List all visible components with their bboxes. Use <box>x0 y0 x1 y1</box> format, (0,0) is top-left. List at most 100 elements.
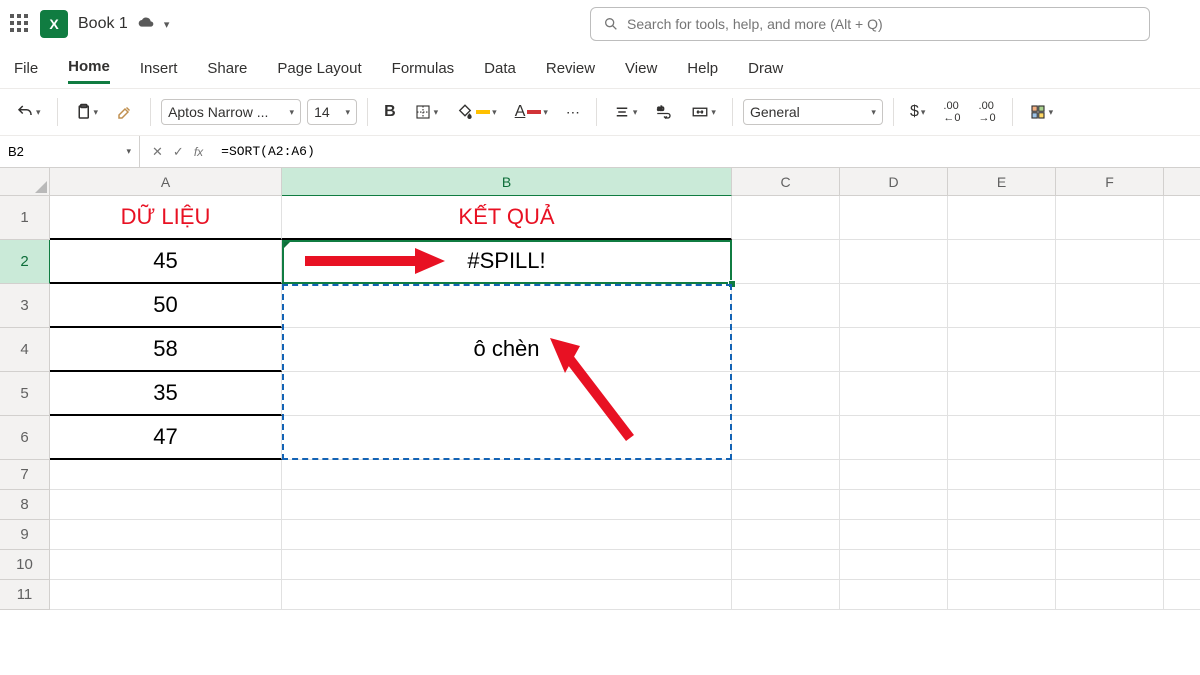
cell-A11[interactable] <box>50 580 282 610</box>
cell-G3[interactable] <box>1164 284 1200 328</box>
cell-F11[interactable] <box>1056 580 1164 610</box>
cell-D10[interactable] <box>840 550 948 580</box>
select-all-corner[interactable] <box>0 168 50 196</box>
cell-D8[interactable] <box>840 490 948 520</box>
cell-F10[interactable] <box>1056 550 1164 580</box>
enter-formula-icon[interactable]: ✓ <box>173 144 184 160</box>
tab-insert[interactable]: Insert <box>140 54 178 83</box>
cell-E8[interactable] <box>948 490 1056 520</box>
cell-C10[interactable] <box>732 550 840 580</box>
tab-file[interactable]: File <box>14 54 38 83</box>
chevron-down-icon[interactable]: ▾ <box>164 18 170 31</box>
cell-G5[interactable] <box>1164 372 1200 416</box>
cell-A5[interactable]: 35 <box>50 372 282 416</box>
name-box[interactable]: B2▾ <box>0 136 140 167</box>
cell-G1[interactable] <box>1164 196 1200 240</box>
cell-A2[interactable]: 45 <box>50 240 282 284</box>
col-header-B[interactable]: B <box>282 168 732 196</box>
cell-F8[interactable] <box>1056 490 1164 520</box>
cell-D6[interactable] <box>840 416 948 460</box>
cell-C5[interactable] <box>732 372 840 416</box>
formula-input[interactable]: =SORT(A2:A6) <box>215 144 1200 159</box>
document-title[interactable]: Book 1 <box>78 15 128 33</box>
merge-button[interactable]: ▾ <box>685 99 722 125</box>
cancel-formula-icon[interactable]: ✕ <box>152 144 163 160</box>
cell-B1[interactable]: KẾT QUẢ <box>282 196 732 240</box>
cell-C7[interactable] <box>732 460 840 490</box>
cell-C4[interactable] <box>732 328 840 372</box>
fill-color-button[interactable]: ▾ <box>450 99 503 125</box>
tab-data[interactable]: Data <box>484 54 516 83</box>
cell-A6[interactable]: 47 <box>50 416 282 460</box>
cell-B7[interactable] <box>282 460 732 490</box>
cell-D9[interactable] <box>840 520 948 550</box>
cell-D3[interactable] <box>840 284 948 328</box>
bold-button[interactable]: B <box>378 99 402 125</box>
cell-B3[interactable] <box>282 284 732 328</box>
cell-E3[interactable] <box>948 284 1056 328</box>
cell-A3[interactable]: 50 <box>50 284 282 328</box>
cell-E11[interactable] <box>948 580 1056 610</box>
cell-F5[interactable] <box>1056 372 1164 416</box>
cell-F9[interactable] <box>1056 520 1164 550</box>
col-header-G[interactable]: G <box>1164 168 1200 196</box>
decrease-decimal-button[interactable]: .00→0 <box>973 96 1002 128</box>
cell-C11[interactable] <box>732 580 840 610</box>
tab-share[interactable]: Share <box>207 54 247 83</box>
row-header-2[interactable]: 2 <box>0 240 50 284</box>
error-indicator-icon[interactable] <box>282 240 292 250</box>
cell-C6[interactable] <box>732 416 840 460</box>
cell-D11[interactable] <box>840 580 948 610</box>
cell-G4[interactable] <box>1164 328 1200 372</box>
cell-A9[interactable] <box>50 520 282 550</box>
cell-G7[interactable] <box>1164 460 1200 490</box>
cell-E9[interactable] <box>948 520 1056 550</box>
tab-home[interactable]: Home <box>68 52 110 84</box>
row-header-1[interactable]: 1 <box>0 196 50 240</box>
align-center-button[interactable]: ▾ <box>607 99 644 125</box>
cell-C8[interactable] <box>732 490 840 520</box>
cell-A1[interactable]: DỮ LIỆU <box>50 196 282 240</box>
cell-F3[interactable] <box>1056 284 1164 328</box>
cell-styles-button[interactable]: ▾ <box>1023 99 1060 125</box>
increase-decimal-button[interactable]: .00←0 <box>937 96 966 128</box>
cell-G10[interactable] <box>1164 550 1200 580</box>
cell-F2[interactable] <box>1056 240 1164 284</box>
cell-E2[interactable] <box>948 240 1056 284</box>
tab-formulas[interactable]: Formulas <box>392 54 455 83</box>
row-header-11[interactable]: 11 <box>0 580 50 610</box>
cell-E10[interactable] <box>948 550 1056 580</box>
row-header-4[interactable]: 4 <box>0 328 50 372</box>
cell-A10[interactable] <box>50 550 282 580</box>
cell-E1[interactable] <box>948 196 1056 240</box>
row-header-5[interactable]: 5 <box>0 372 50 416</box>
cell-G8[interactable] <box>1164 490 1200 520</box>
cell-A7[interactable] <box>50 460 282 490</box>
currency-button[interactable]: $▾ <box>904 99 931 125</box>
cell-B4[interactable]: ô chèn <box>282 328 732 372</box>
tab-page-layout[interactable]: Page Layout <box>277 54 361 83</box>
cell-G11[interactable] <box>1164 580 1200 610</box>
cell-C2[interactable] <box>732 240 840 284</box>
row-header-8[interactable]: 8 <box>0 490 50 520</box>
cell-E5[interactable] <box>948 372 1056 416</box>
row-header-10[interactable]: 10 <box>0 550 50 580</box>
cell-G9[interactable] <box>1164 520 1200 550</box>
undo-button[interactable]: ▾ <box>10 99 47 125</box>
col-header-D[interactable]: D <box>840 168 948 196</box>
cell-D1[interactable] <box>840 196 948 240</box>
fill-handle[interactable] <box>728 280 736 288</box>
cell-E7[interactable] <box>948 460 1056 490</box>
row-header-9[interactable]: 9 <box>0 520 50 550</box>
col-header-A[interactable]: A <box>50 168 282 196</box>
number-format-select[interactable]: General▾ <box>743 99 883 125</box>
cell-B10[interactable] <box>282 550 732 580</box>
search-box[interactable] <box>590 7 1150 41</box>
cell-F1[interactable] <box>1056 196 1164 240</box>
clipboard-button[interactable]: ▾ <box>68 99 105 125</box>
more-font-button[interactable]: ⋯ <box>560 100 586 125</box>
cell-C1[interactable] <box>732 196 840 240</box>
font-name-select[interactable]: Aptos Narrow ...▾ <box>161 99 301 125</box>
font-color-button[interactable]: A▾ <box>509 99 554 125</box>
format-painter-button[interactable] <box>110 99 140 125</box>
